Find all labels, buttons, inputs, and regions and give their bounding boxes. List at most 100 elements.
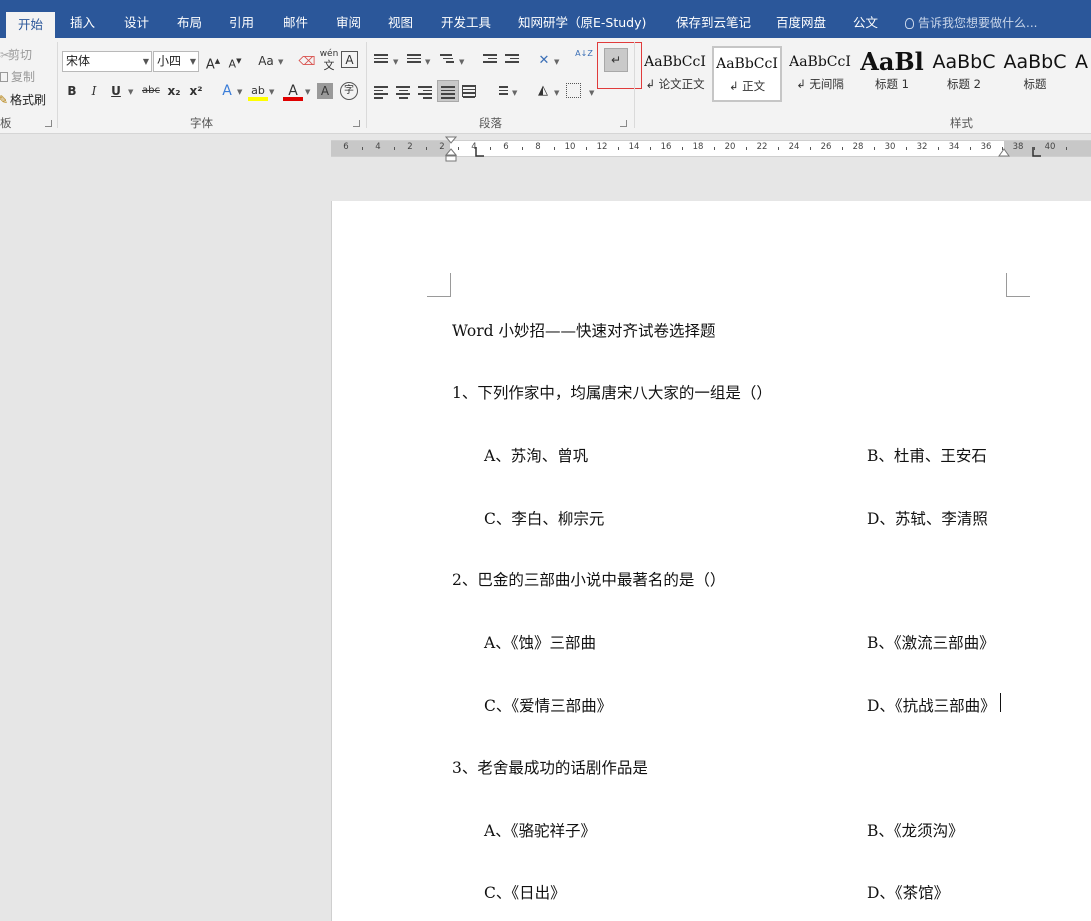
style-name: 标题 2 — [947, 77, 981, 91]
tab-baidu-pan[interactable]: 百度网盘 — [776, 8, 826, 38]
question-3[interactable]: 3、老舍最成功的话剧作品是 — [452, 756, 648, 778]
chinese-layout-button[interactable]: ✕ — [534, 51, 554, 71]
paragraph-dialog-launcher[interactable] — [620, 120, 627, 127]
option-1b[interactable]: B、杜甫、王安石 — [867, 444, 987, 466]
phonetic-guide-button[interactable]: wén 文 — [319, 49, 339, 71]
ruler-tick-mark — [778, 147, 779, 150]
ruler-tick-label: 10 — [564, 142, 576, 152]
style-title[interactable]: AaBbC 标题 — [1000, 46, 1070, 102]
tab-layout[interactable]: 布局 — [177, 8, 202, 38]
superscript-button[interactable]: x² — [186, 81, 206, 101]
tab-stop-icon[interactable] — [1030, 145, 1044, 159]
indent-marker-icon[interactable] — [445, 135, 457, 163]
tell-me-search[interactable]: 告诉我您想要做什么... — [905, 8, 1037, 38]
option-1d[interactable]: D、苏轼、李清照 — [867, 507, 988, 529]
style-heading-2[interactable]: AaBbC 标题 2 — [929, 46, 999, 102]
tab-view[interactable]: 视图 — [388, 8, 413, 38]
tell-me-text: 告诉我您想要做什么... — [918, 16, 1038, 30]
cut-label: 剪切 — [8, 48, 33, 62]
text-effects-button[interactable]: A — [217, 81, 237, 101]
ruler-tick-mark — [682, 147, 683, 150]
shrink-font-button[interactable]: A▼ — [225, 51, 245, 71]
decrease-indent-icon[interactable] — [483, 54, 497, 66]
option-3b[interactable]: B、《龙须沟》 — [867, 819, 964, 841]
document-title[interactable]: Word 小妙招——快速对齐试卷选择题 — [452, 319, 715, 341]
distributed-icon[interactable] — [462, 85, 476, 98]
option-3d[interactable]: D、《茶馆》 — [867, 881, 949, 903]
font-color-button[interactable]: A — [283, 81, 303, 101]
underline-button[interactable]: U — [106, 81, 126, 101]
align-left-icon[interactable] — [374, 86, 388, 99]
strikethrough-button[interactable]: abc — [140, 81, 162, 101]
style-normal[interactable]: AaBbCcI ↲ 正文 — [712, 46, 782, 102]
align-center-icon[interactable] — [396, 86, 410, 99]
numbering-icon[interactable] — [407, 54, 421, 66]
change-case-button[interactable]: Aa — [254, 51, 278, 71]
tab-insert[interactable]: 插入 — [70, 8, 95, 38]
style-name: 标题 1 — [875, 77, 909, 91]
text-effects-icon: A — [222, 83, 232, 99]
option-1c[interactable]: C、李白、柳宗元 — [484, 507, 604, 529]
font-size-combo[interactable]: 小四 ▼ — [153, 51, 199, 72]
option-1a[interactable]: A、苏洵、曾巩 — [484, 444, 588, 466]
margin-corner-marker — [427, 273, 451, 297]
highlight-color-button[interactable]: ab — [248, 81, 268, 101]
style-thesis-body[interactable]: AaBbCcI ↲ 论文正文 — [640, 46, 710, 102]
clipboard-dialog-launcher[interactable] — [45, 120, 52, 127]
right-indent-marker-icon[interactable] — [998, 148, 1010, 158]
style-name: 标题 — [1023, 77, 1047, 91]
option-2c[interactable]: C、《爱情三部曲》 — [484, 694, 612, 716]
multilevel-list-icon[interactable] — [440, 54, 454, 66]
font-name-combo[interactable]: 宋体 ▼ — [62, 51, 152, 72]
tab-developer[interactable]: 开发工具 — [441, 8, 491, 38]
tab-official-doc[interactable]: 公文 — [853, 8, 878, 38]
ruler-tick-label: 38 — [1012, 142, 1024, 152]
tab-stop-icon[interactable] — [473, 145, 487, 159]
ribbon-home: ✂剪切 复制 ✎ 格式刷 板 宋体 ▼ 小四 ▼ A▲ A▼ Aa ▼ ⌫ wén… — [0, 38, 1091, 134]
option-2d[interactable]: D、《抗战三部曲》 — [867, 694, 996, 716]
grow-font-button[interactable]: A▲ — [203, 51, 223, 72]
character-shading-button[interactable]: A — [317, 83, 333, 99]
font-dialog-launcher[interactable] — [353, 120, 360, 127]
italic-button[interactable]: I — [84, 81, 104, 101]
option-2b[interactable]: B、《激流三部曲》 — [867, 631, 995, 653]
character-border-button[interactable]: A — [341, 51, 358, 68]
style-name: ↲ 正文 — [728, 79, 766, 93]
tab-home[interactable]: 开始 — [6, 12, 56, 38]
style-name: ↲ 论文正文 — [645, 77, 705, 91]
bold-button[interactable]: B — [62, 81, 82, 101]
line-spacing-icon[interactable] — [494, 86, 508, 98]
option-2a[interactable]: A、《蚀》三部曲 — [484, 631, 596, 653]
subscript-button[interactable]: x₂ — [164, 81, 184, 101]
shading-button[interactable]: ◭ — [533, 81, 553, 101]
question-1[interactable]: 1、下列作家中，均属唐宋八大家的一组是（） — [452, 381, 772, 403]
bullets-icon[interactable] — [374, 54, 388, 66]
clear-formatting-button[interactable]: ⌫ — [297, 51, 317, 71]
ruler-tick-mark — [938, 147, 939, 150]
option-3c[interactable]: C、《日出》 — [484, 881, 566, 903]
enclose-characters-button[interactable]: 字 — [340, 82, 358, 100]
tab-review[interactable]: 审阅 — [336, 8, 361, 38]
style-sample: AaBbCcI — [644, 54, 706, 70]
show-hide-marks-button[interactable]: ↵ — [604, 48, 628, 72]
copy-button[interactable]: 复制 — [0, 68, 35, 85]
ruler-tick-label: 24 — [788, 142, 800, 152]
document-page[interactable]: Word 小妙招——快速对齐试卷选择题 1、下列作家中，均属唐宋八大家的一组是（… — [331, 201, 1091, 921]
borders-button[interactable] — [566, 83, 581, 98]
cut-button[interactable]: ✂剪切 — [0, 46, 32, 63]
increase-indent-icon[interactable] — [505, 54, 519, 66]
ruler-tick-label: 6 — [503, 142, 509, 152]
question-2[interactable]: 2、巴金的三部曲小说中最著名的是（） — [452, 568, 725, 590]
style-heading-1[interactable]: AaBl 标题 1 — [857, 46, 927, 102]
sort-button[interactable]: A↓Z — [574, 49, 594, 69]
style-subtitle[interactable]: A — [1072, 46, 1091, 102]
style-no-spacing[interactable]: AaBbCcI ↲ 无间隔 — [785, 46, 855, 102]
align-right-icon[interactable] — [418, 86, 432, 99]
tab-mailings[interactable]: 邮件 — [283, 8, 308, 38]
format-painter-button[interactable]: ✎ 格式刷 — [0, 91, 46, 108]
tab-references[interactable]: 引用 — [229, 8, 254, 38]
option-3a[interactable]: A、《骆驼祥子》 — [484, 819, 596, 841]
tab-e-study[interactable]: 知网研学（原E-Study) — [518, 8, 646, 38]
tab-design[interactable]: 设计 — [124, 8, 149, 38]
tab-cloud-notes[interactable]: 保存到云笔记 — [676, 8, 751, 38]
